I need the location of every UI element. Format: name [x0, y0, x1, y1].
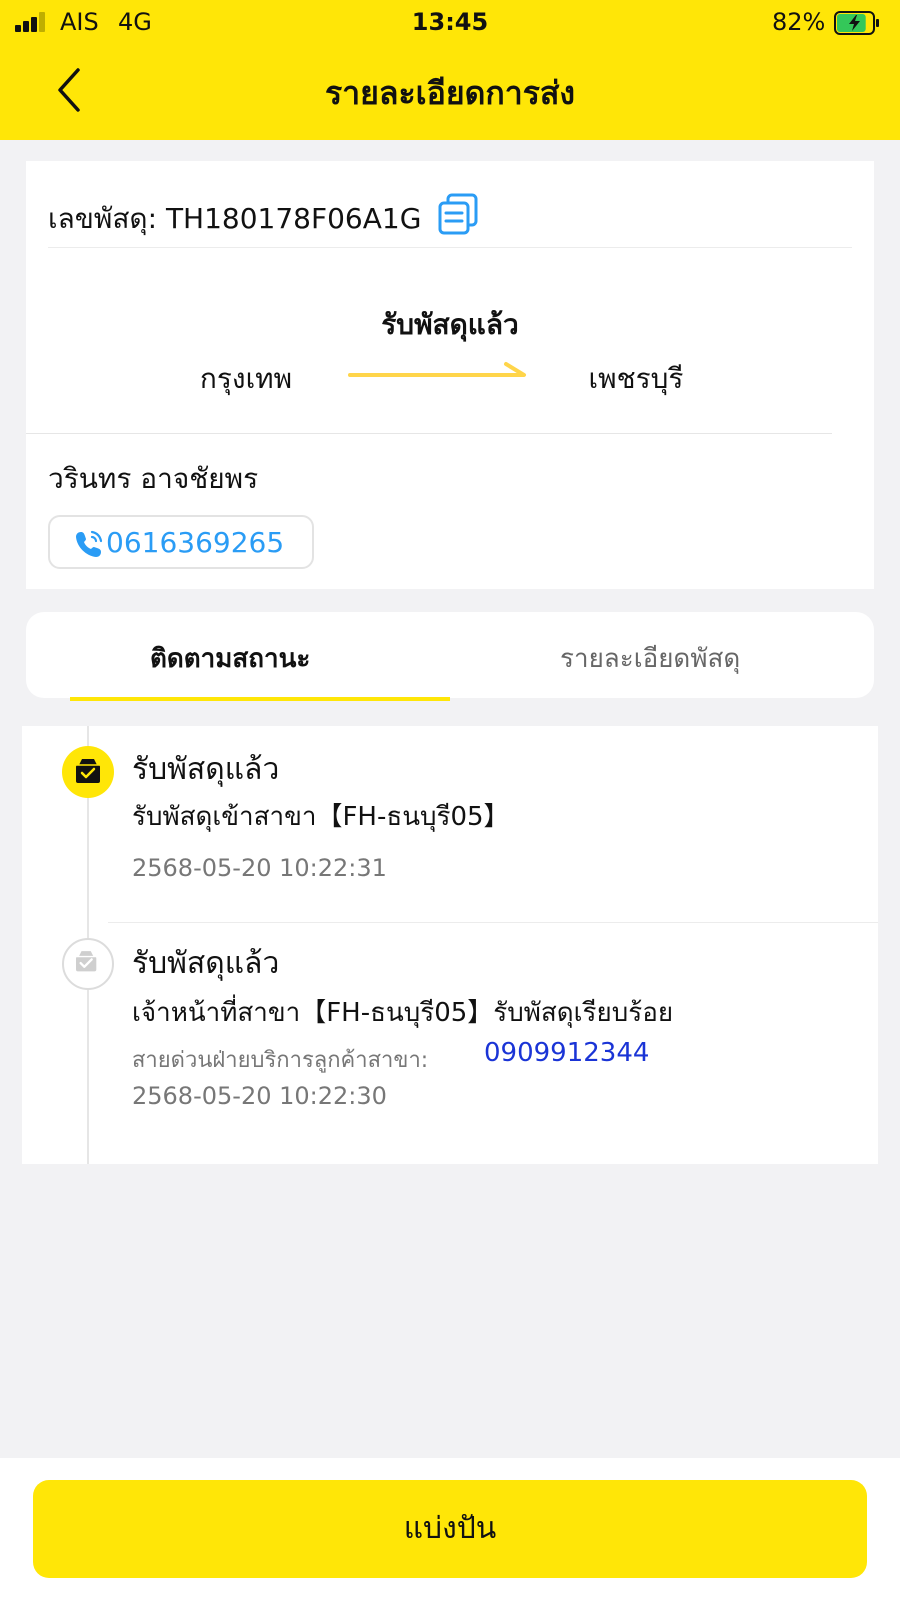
divider — [26, 433, 832, 434]
tracking-timeline: รับพัสดุแล้ว รับพัสดุเข้าสาขา【FH-ธนบุรี0… — [22, 726, 878, 1164]
receiver-phone-button[interactable]: 0616369265 — [48, 515, 314, 569]
tab-parcel-details[interactable]: รายละเอียดพัสดุ — [560, 638, 740, 679]
origin-city: กรุงเทพ — [199, 362, 293, 395]
route-arrow-icon — [348, 362, 526, 377]
tracking-row: เลขพัสดุ: TH180178F06A1G — [48, 197, 421, 241]
page-title: รายละเอียดการส่ง — [324, 74, 576, 112]
tab-bar: ติดตามสถานะ รายละเอียดพัสดุ — [26, 612, 874, 698]
package-check-icon — [62, 938, 114, 990]
event-title: รับพัสดุแล้ว — [132, 752, 280, 787]
parcel-status: รับพัสดุแล้ว — [381, 308, 519, 341]
clock: 13:45 — [411, 8, 489, 36]
event-description: เจ้าหน้าที่สาขา【FH-ธนบุรี05】รับพัสดุเรีย… — [132, 998, 674, 1028]
phone-call-icon — [76, 530, 103, 557]
receiver-phone-number: 0616369265 — [106, 526, 285, 559]
divider — [48, 247, 852, 248]
hotline-label: สายด่วนฝ่ายบริการลูกค้าสาขา: — [132, 1048, 429, 1073]
event-description: รับพัสดุเข้าสาขา【FH-ธนบุรี05】 — [132, 802, 510, 832]
hotline-number-link[interactable]: 0909912344 — [484, 1038, 649, 1068]
event-timestamp: 2568-05-20 10:22:30 — [132, 1082, 387, 1110]
share-button[interactable]: แบ่งปัน — [33, 1480, 867, 1578]
tracking-number: TH180178F06A1G — [165, 202, 422, 235]
battery-percent: 82% — [772, 8, 826, 36]
destination-city: เพชรบุรี — [588, 362, 684, 395]
status-bar: AIS 4G 13:45 82% — [0, 0, 900, 46]
parcel-summary-card: เลขพัสดุ: TH180178F06A1G รับพัสดุแล้ว กร… — [26, 161, 874, 589]
package-check-icon — [62, 746, 114, 798]
battery-charging-icon — [834, 11, 879, 35]
bottom-action-bar: แบ่งปัน — [0, 1458, 900, 1600]
divider — [108, 922, 878, 923]
tracking-label: เลขพัสดุ: — [48, 202, 158, 235]
app-header: AIS 4G 13:45 82% รายละเอียดการส่ง — [0, 0, 900, 140]
receiver-name: วรินทร อาจชัยพร — [48, 462, 259, 495]
copy-icon[interactable] — [436, 191, 482, 237]
event-timestamp: 2568-05-20 10:22:31 — [132, 854, 387, 882]
event-title: รับพัสดุแล้ว — [132, 946, 280, 981]
tab-tracking-status[interactable]: ติดตามสถานะ — [150, 638, 310, 679]
active-tab-indicator — [70, 697, 450, 701]
